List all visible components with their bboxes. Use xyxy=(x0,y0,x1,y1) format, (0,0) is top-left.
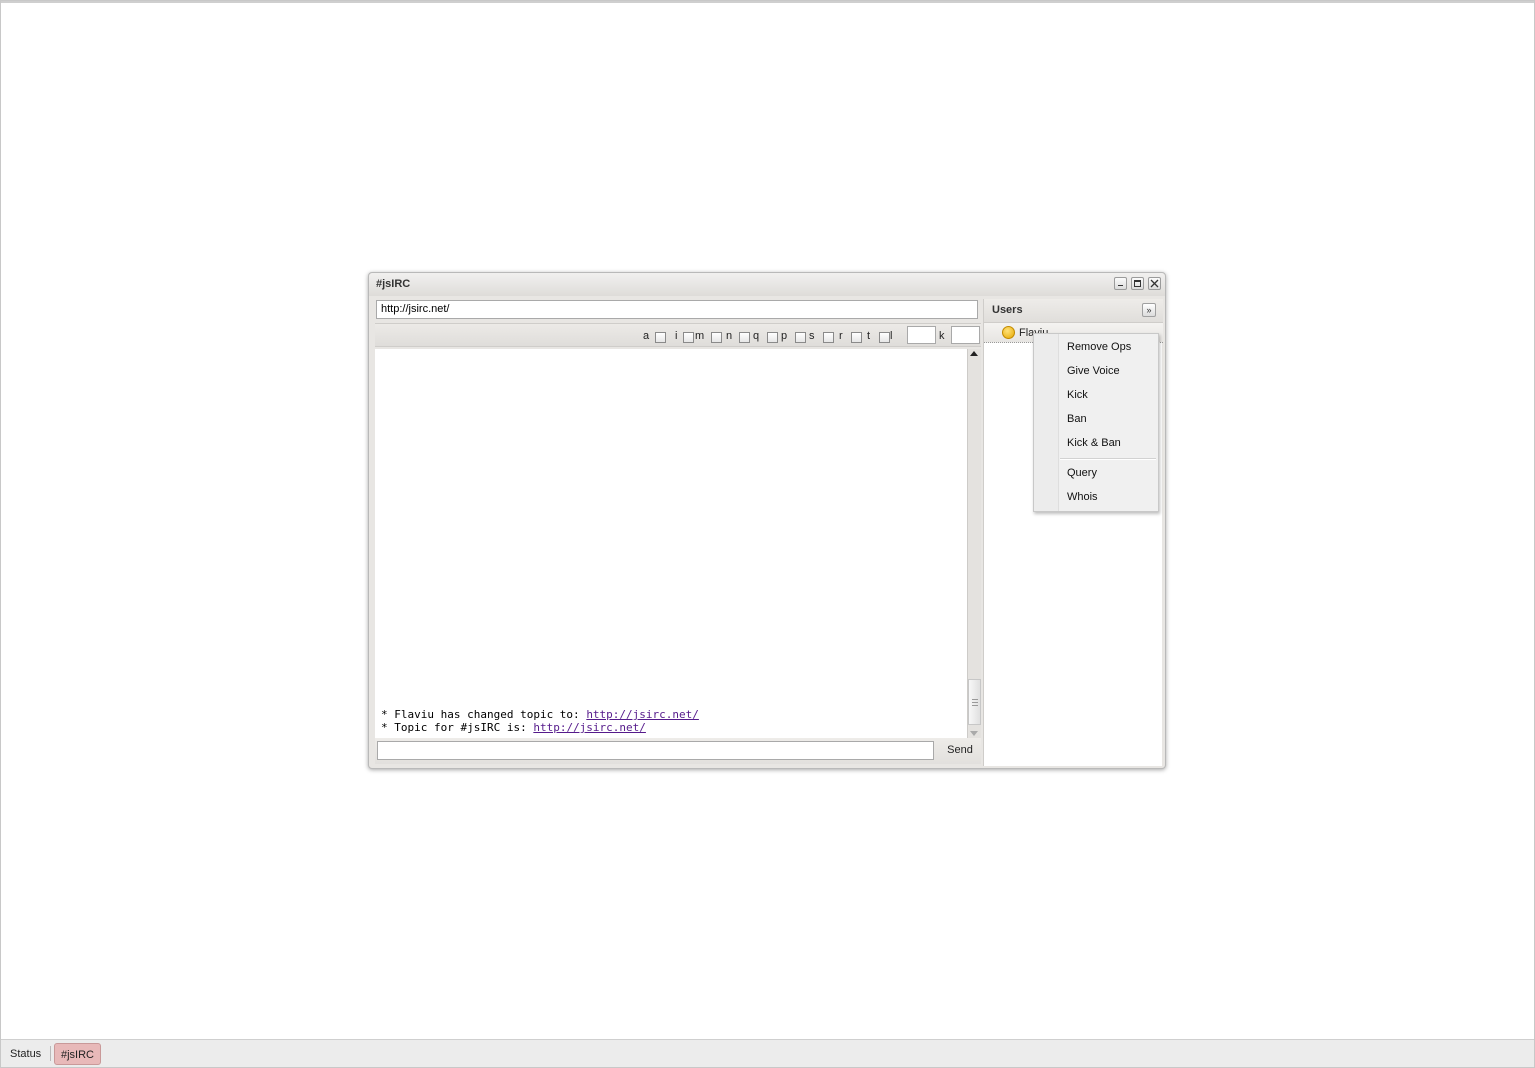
mode-checkbox-t[interactable] xyxy=(879,332,890,343)
menu-separator xyxy=(1060,458,1156,460)
mode-label-i: i xyxy=(675,330,678,342)
mode-label-s: s xyxy=(809,330,815,342)
mode-label-r: r xyxy=(839,330,843,342)
menu-item-whois[interactable]: Whois xyxy=(1067,491,1098,503)
user-context-menu: Remove Ops Give Voice Kick Ban Kick & Ba… xyxy=(1033,333,1159,512)
collapse-icon[interactable]: » xyxy=(1142,303,1156,317)
mode-checkbox-p[interactable] xyxy=(795,332,806,343)
topic-link[interactable]: http://jsirc.net/ xyxy=(586,708,699,721)
log-line-text: * Flaviu has changed topic to: xyxy=(381,708,587,721)
channel-modes-bar: a i m n q p s r t l k xyxy=(375,323,981,347)
log-line-text: * Topic for #jsIRC is: xyxy=(381,721,534,734)
mode-label-t: t xyxy=(867,330,871,342)
taskbar-item-status[interactable]: Status xyxy=(4,1043,47,1065)
taskbar: Status #jsIRC xyxy=(1,1039,1534,1067)
menu-item-remove-ops[interactable]: Remove Ops xyxy=(1067,341,1131,353)
mode-label-m: m xyxy=(695,330,705,342)
send-button[interactable]: Send xyxy=(941,741,979,760)
menu-item-ban[interactable]: Ban xyxy=(1067,413,1087,425)
scroll-up-icon[interactable] xyxy=(970,351,978,356)
mode-label-l: l xyxy=(890,330,893,342)
mode-label-q: q xyxy=(753,330,760,342)
menu-item-give-voice[interactable]: Give Voice xyxy=(1067,365,1120,377)
mode-checkbox-m[interactable] xyxy=(711,332,722,343)
grip-line xyxy=(972,699,978,700)
users-title: Users xyxy=(992,304,1023,316)
limit-input[interactable] xyxy=(907,326,936,344)
minimize-button[interactable] xyxy=(1114,277,1127,290)
taskbar-item-jsirc[interactable]: #jsIRC xyxy=(54,1043,102,1065)
message-input[interactable] xyxy=(377,741,934,760)
window-title: #jsIRC xyxy=(376,278,411,290)
mode-checkbox-n[interactable] xyxy=(739,332,750,343)
users-header: Users » xyxy=(984,299,1163,323)
chat-pane: http://jsirc.net/ a i m n q p s r t l k xyxy=(375,299,981,764)
input-bar: Send xyxy=(375,738,981,764)
log-lines: * Flaviu has changed topic to: http://js… xyxy=(381,708,699,734)
log-scrollbar[interactable] xyxy=(967,349,981,738)
mode-checkbox-r[interactable] xyxy=(851,332,862,343)
key-input[interactable] xyxy=(951,326,980,344)
op-icon xyxy=(1002,326,1015,339)
message-log: * Flaviu has changed topic to: http://js… xyxy=(375,349,967,738)
close-icon xyxy=(1150,279,1159,288)
menu-item-kick[interactable]: Kick xyxy=(1067,389,1088,401)
mode-checkbox-q[interactable] xyxy=(767,332,778,343)
taskbar-divider xyxy=(50,1046,51,1061)
topic-link[interactable]: http://jsirc.net/ xyxy=(533,721,646,734)
menu-gutter xyxy=(1034,334,1059,511)
maximize-button[interactable] xyxy=(1131,277,1144,290)
mode-label-a: a xyxy=(643,330,650,342)
menu-item-kick-ban[interactable]: Kick & Ban xyxy=(1067,437,1121,449)
log-line: * Flaviu has changed topic to: http://js… xyxy=(381,708,699,721)
mode-label-k: k xyxy=(939,330,945,342)
log-line: * Topic for #jsIRC is: http://jsirc.net/ xyxy=(381,721,699,734)
scroll-down-icon[interactable] xyxy=(970,731,978,736)
grip-line xyxy=(972,705,978,706)
mode-label-n: n xyxy=(726,330,733,342)
window-titlebar[interactable]: #jsIRC xyxy=(369,273,1165,296)
mode-checkbox-a[interactable] xyxy=(655,332,666,343)
close-button[interactable] xyxy=(1148,277,1161,290)
grip-line xyxy=(972,702,978,703)
scroll-thumb[interactable] xyxy=(968,679,981,725)
topic-input[interactable]: http://jsirc.net/ xyxy=(376,300,978,319)
mode-checkbox-i[interactable] xyxy=(683,332,694,343)
mode-label-p: p xyxy=(781,330,788,342)
menu-item-query[interactable]: Query xyxy=(1067,467,1097,479)
mode-checkbox-s[interactable] xyxy=(823,332,834,343)
